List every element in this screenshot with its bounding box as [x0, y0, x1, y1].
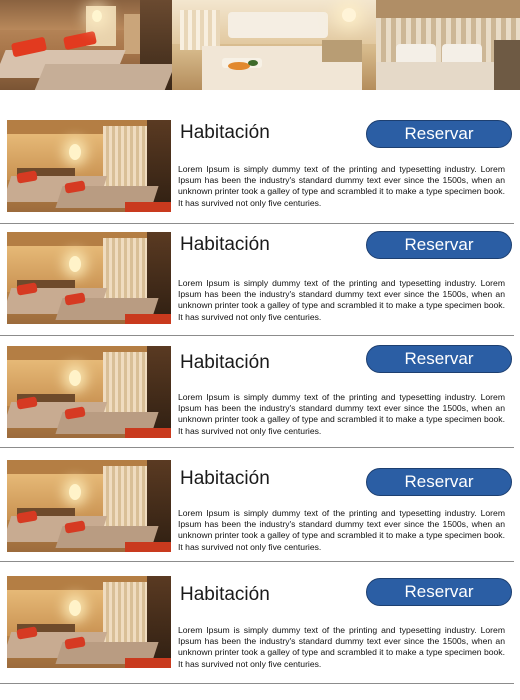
room-photo — [7, 120, 171, 212]
room-card: Habitación Reservar Lorem Ipsum is simpl… — [0, 112, 520, 224]
room-description: Lorem Ipsum is simply dummy text of the … — [178, 392, 505, 436]
reserve-button[interactable]: Reservar — [366, 578, 512, 606]
room-description: Lorem Ipsum is simply dummy text of the … — [178, 625, 505, 669]
room-description: Lorem Ipsum is simply dummy text of the … — [178, 164, 505, 208]
banner-photo-twin-room — [0, 0, 172, 90]
reserve-button[interactable]: Reservar — [366, 468, 512, 496]
room-description: Lorem Ipsum is simply dummy text of the … — [178, 508, 505, 552]
room-description: Lorem Ipsum is simply dummy text of the … — [178, 278, 505, 322]
banner-photo-curtain-room — [376, 0, 520, 90]
room-card: Habitación Reservar Lorem Ipsum is simpl… — [0, 450, 520, 562]
room-photo — [7, 460, 171, 552]
room-card: Habitación Reservar Lorem Ipsum is simpl… — [0, 336, 520, 448]
reserve-button[interactable]: Reservar — [366, 345, 512, 373]
divider — [0, 683, 514, 684]
room-photo — [7, 346, 171, 438]
banner-photo-bed-flowers — [172, 0, 376, 90]
divider — [0, 561, 514, 562]
room-card: Habitación Reservar Lorem Ipsum is simpl… — [0, 566, 520, 684]
room-photo — [7, 232, 171, 324]
room-title: Habitación — [180, 352, 270, 373]
room-photo — [7, 576, 171, 668]
room-card: Habitación Reservar Lorem Ipsum is simpl… — [0, 224, 520, 336]
room-title: Habitación — [180, 584, 270, 605]
reserve-button[interactable]: Reservar — [366, 120, 512, 148]
room-title: Habitación — [180, 468, 270, 489]
room-title: Habitación — [180, 234, 270, 255]
divider — [0, 447, 514, 448]
room-title: Habitación — [180, 122, 270, 143]
reserve-button[interactable]: Reservar — [366, 231, 512, 259]
hero-banner — [0, 0, 520, 90]
